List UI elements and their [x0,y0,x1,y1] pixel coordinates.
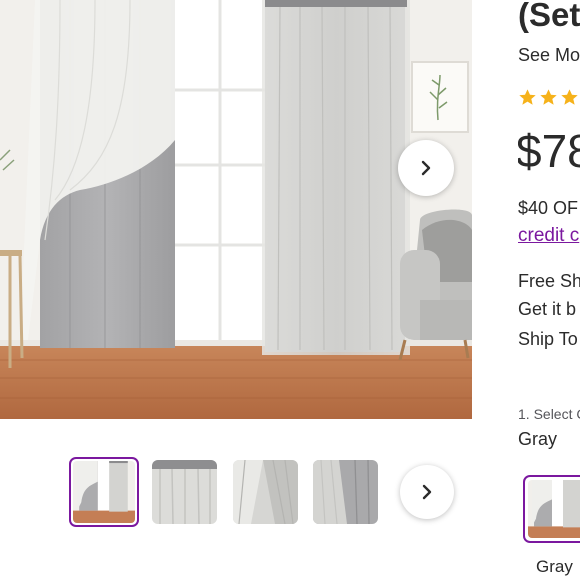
credit-card-link[interactable]: credit c [518,225,579,247]
thumbnail-4[interactable] [313,460,378,524]
select-color-label: 1. Select C [518,406,580,422]
star-icon [519,89,536,105]
thumbnail-image [233,460,298,524]
thumbnail-image [73,461,135,523]
promo-text: $40 OF [518,198,579,218]
ship-to-location[interactable]: Ship To [518,329,578,350]
product-hero-image[interactable] [0,0,472,419]
next-image-button[interactable] [398,140,454,196]
color-swatch-gray[interactable] [523,475,580,543]
free-shipping-text: Free Sh [518,271,580,291]
star-icon [540,89,557,105]
thumbnail-1[interactable] [69,457,139,527]
delivery-estimate-text: Get it b [518,299,577,319]
curtain-room-photo [0,0,472,419]
thumbnail-image [313,460,378,524]
rating-stars[interactable] [518,88,579,107]
product-title: (Set [518,0,580,33]
swatch-image [528,480,580,538]
product-price: $78 [518,125,580,177]
next-thumbnails-button[interactable] [400,465,454,519]
thumbnail-2[interactable] [152,460,217,524]
selected-color-value: Gray [518,429,558,449]
star-icon [561,89,578,105]
swatch-label: Gray [536,557,573,576]
chevron-right-icon [422,484,432,500]
product-info-panel: (Set See Mo $78 $40 OF credit c Free Sh … [518,0,580,580]
see-more-link[interactable]: See Mo [518,45,580,66]
chevron-right-icon [421,160,431,176]
thumbnail-3[interactable] [233,460,298,524]
thumbnail-image [152,460,217,524]
